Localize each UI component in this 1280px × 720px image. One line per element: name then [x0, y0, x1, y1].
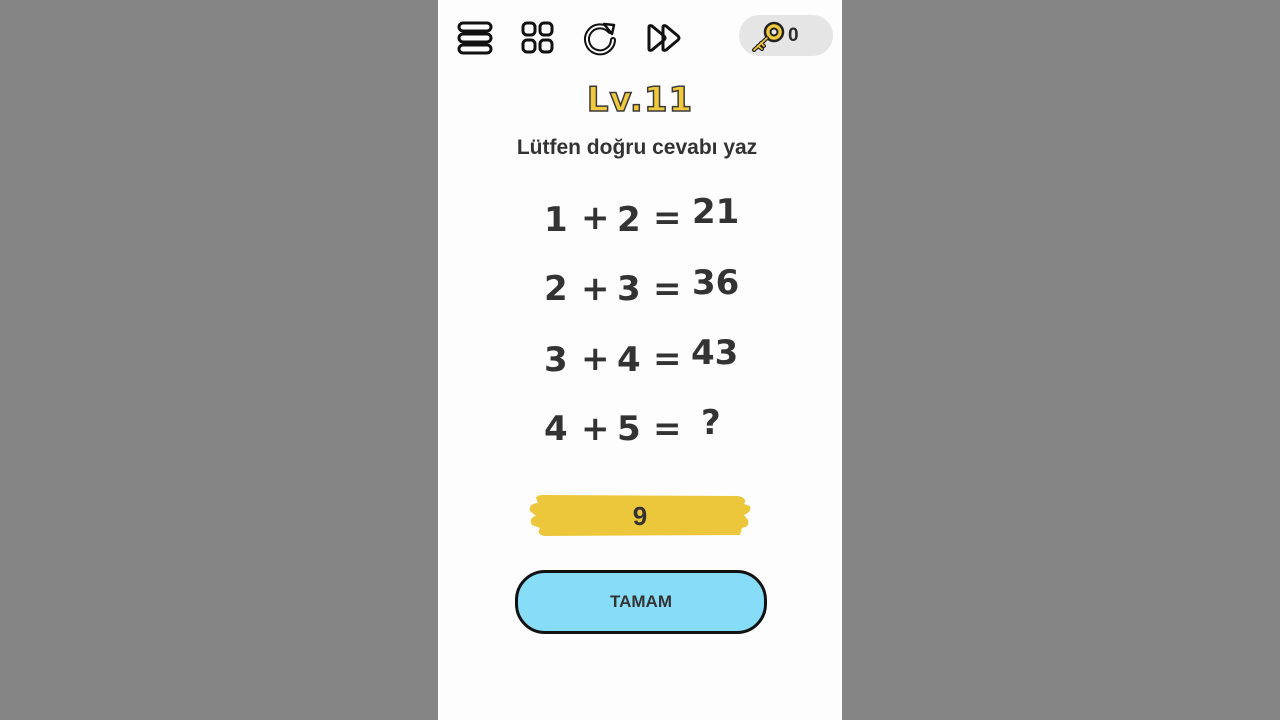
equation-row: 3 + 4 = 43	[438, 333, 842, 398]
equation-row: 1 + 2 = 21	[438, 192, 842, 256]
equals-sign: =	[653, 409, 682, 449]
ok-button[interactable]: TAMAM	[515, 570, 767, 634]
operand-b: 3	[617, 269, 641, 309]
plus-sign: +	[581, 269, 610, 309]
equation-row: 4 + 5 = ?	[438, 403, 842, 468]
equals-sign: =	[653, 339, 682, 379]
operand-b: 4	[617, 340, 641, 380]
operand-a: 1	[544, 200, 568, 240]
game-screen: 0 Lv.11 Lütfen doğru cevabı yaz 1 + 2 = …	[438, 0, 842, 720]
result-value: 43	[691, 333, 739, 373]
answer-input[interactable]: 9	[528, 494, 752, 536]
question-mark: ?	[701, 403, 721, 443]
menu-icon[interactable]	[455, 18, 495, 58]
instruction-text: Lütfen doğru cevabı yaz	[516, 136, 758, 159]
restart-icon[interactable]	[580, 18, 620, 58]
operand-a: 4	[544, 409, 568, 449]
keys-count: 0	[788, 25, 799, 46]
result-value: 36	[692, 263, 740, 303]
level-grid-icon[interactable]	[518, 18, 558, 58]
equals-sign: =	[653, 198, 682, 238]
plus-sign: +	[581, 198, 610, 238]
plus-sign: +	[581, 339, 610, 379]
operand-a: 2	[544, 269, 568, 309]
equals-sign: =	[653, 269, 682, 309]
operand-b: 2	[617, 200, 641, 240]
skip-icon[interactable]	[644, 18, 684, 58]
result-value: 21	[692, 192, 740, 232]
answer-value: 9	[632, 501, 648, 531]
equation-row: 2 + 3 = 36	[438, 263, 842, 327]
operand-a: 3	[544, 340, 568, 380]
operand-b: 5	[617, 409, 641, 449]
plus-sign: +	[581, 409, 610, 449]
level-title: Lv.11	[586, 79, 694, 121]
key-icon	[752, 21, 785, 52]
keys-counter[interactable]: 0	[739, 15, 833, 56]
ok-button-label: TAMAM	[610, 592, 672, 611]
